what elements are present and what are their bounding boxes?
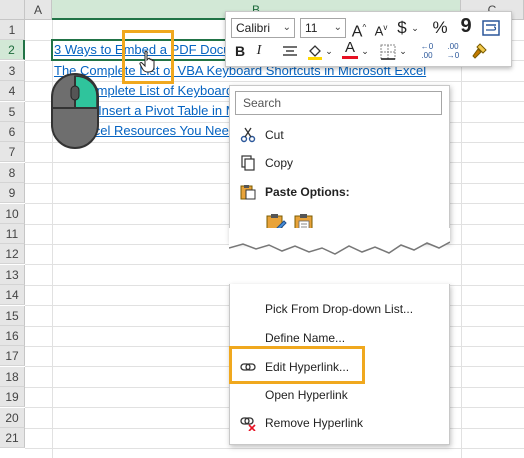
- search-input[interactable]: Search: [235, 91, 442, 115]
- align-center-icon[interactable]: [282, 45, 298, 59]
- bold-button[interactable]: B: [232, 41, 248, 61]
- row-header[interactable]: 12: [0, 244, 25, 264]
- mouse-right-click-icon: [51, 73, 99, 149]
- percent-style-button[interactable]: %: [430, 18, 450, 38]
- comma-style-button[interactable]: 9: [458, 16, 474, 36]
- row-divider: [25, 264, 524, 265]
- increase-decimal-icon[interactable]: ←0.00: [416, 42, 438, 60]
- row-header[interactable]: 3: [0, 61, 25, 81]
- paste-icon: [240, 185, 256, 200]
- menu-item-remove-hyperlink[interactable]: Remove Hyperlink: [230, 409, 449, 437]
- wrap-text-icon[interactable]: [482, 20, 500, 36]
- column-divider: [461, 20, 462, 458]
- borders-icon[interactable]: [380, 44, 396, 60]
- scissors-icon: [240, 127, 256, 143]
- menu-item-label: Pick From Drop-down List...: [265, 302, 414, 316]
- menu-item-label: Open Hyperlink: [265, 388, 348, 402]
- menu-item-label: Copy: [265, 156, 294, 170]
- row-header[interactable]: 16: [0, 326, 25, 346]
- menu-item-label: Cut: [265, 128, 284, 142]
- row-header[interactable]: 14: [0, 285, 25, 305]
- row-header[interactable]: 15: [0, 306, 25, 326]
- font-color-swatch: [342, 56, 358, 59]
- row-header[interactable]: 13: [0, 265, 25, 285]
- menu-item-pick-from-list[interactable]: Pick From Drop-down List...: [230, 295, 449, 323]
- row-header[interactable]: 5: [0, 102, 25, 122]
- menu-item-label: Remove Hyperlink: [265, 416, 364, 430]
- format-painter-icon[interactable]: [470, 42, 488, 60]
- select-all-corner[interactable]: [0, 0, 25, 20]
- row-header[interactable]: 11: [0, 224, 25, 244]
- row-header[interactable]: 19: [0, 387, 25, 407]
- menu-item-label: Paste Options:: [265, 185, 350, 199]
- font-color-button[interactable]: A: [342, 39, 358, 59]
- menu-item-paste-options: Paste Options:: [230, 178, 449, 206]
- row-header[interactable]: 17: [0, 346, 25, 366]
- menu-item-cut[interactable]: Cut: [230, 121, 449, 149]
- chevron-down-icon: ⌄: [282, 22, 291, 33]
- row-divider: [25, 448, 524, 449]
- italic-button[interactable]: I: [252, 41, 266, 61]
- column-header-a[interactable]: A: [25, 0, 52, 20]
- chevron-down-icon[interactable]: ⌄: [324, 41, 334, 61]
- copy-icon: [241, 155, 255, 171]
- mini-toolbar: Calibri ⌄ 11 ⌄ A^ Av $ ⌄ % 9 B I ⌄ A ⌄ ⌄ ←…: [225, 11, 512, 67]
- decrease-font-size-button[interactable]: Av: [372, 18, 390, 41]
- row-header[interactable]: 7: [0, 142, 25, 162]
- chevron-down-icon[interactable]: ⌄: [398, 41, 408, 61]
- chevron-down-icon[interactable]: ⌄: [410, 18, 420, 38]
- hand-cursor-icon: [139, 50, 155, 73]
- chevron-down-icon: ⌄: [333, 22, 342, 33]
- torn-edge-divider: [229, 228, 450, 255]
- row-header[interactable]: 8: [0, 163, 25, 183]
- fill-color-icon[interactable]: [306, 43, 324, 61]
- row-header[interactable]: 21: [0, 428, 25, 448]
- row-header[interactable]: 1: [0, 20, 25, 40]
- row-header[interactable]: 2: [0, 40, 25, 60]
- row-header[interactable]: 9: [0, 183, 25, 203]
- accounting-format-button[interactable]: $: [394, 18, 410, 38]
- edit-hyperlink-highlight-box: [229, 346, 365, 384]
- menu-item-open-hyperlink[interactable]: Open Hyperlink: [230, 381, 449, 409]
- row-header[interactable]: 6: [0, 122, 25, 142]
- row-header[interactable]: 18: [0, 367, 25, 387]
- menu-item-copy[interactable]: Copy: [230, 149, 449, 177]
- remove-link-icon: [240, 417, 256, 431]
- chevron-down-icon[interactable]: ⌄: [360, 41, 370, 61]
- decrease-decimal-icon[interactable]: .00 →0: [442, 42, 464, 60]
- font-name-combo[interactable]: Calibri ⌄: [231, 18, 295, 38]
- row-header[interactable]: 20: [0, 408, 25, 428]
- row-header[interactable]: 10: [0, 204, 25, 224]
- row-header[interactable]: 4: [0, 81, 25, 101]
- context-menu: Search Cut Copy Paste Options:: [229, 85, 450, 242]
- font-size-combo[interactable]: 11 ⌄: [300, 18, 346, 38]
